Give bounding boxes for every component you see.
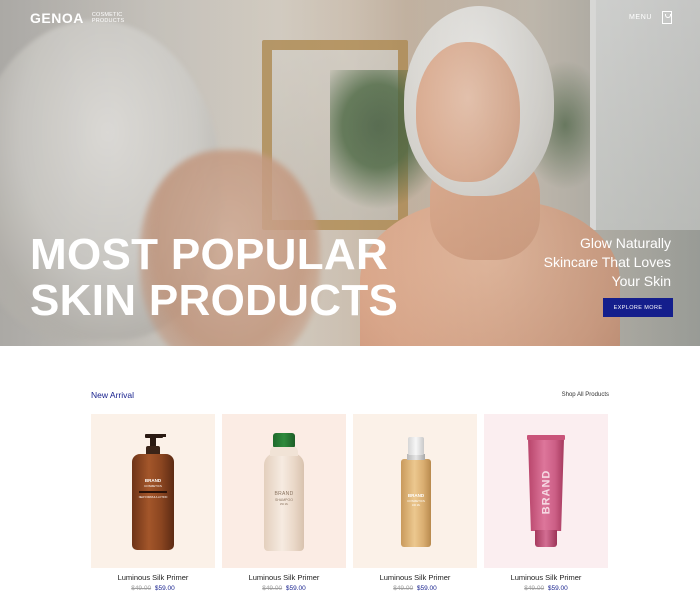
tube-label-text: BRAND: [540, 469, 553, 515]
hero-banner: GENOA COSMETIC PRODUCTS MENU MOST POPULA…: [0, 0, 700, 346]
product-price: $49.00 $59.00: [353, 585, 477, 592]
hero-title-line: MOST POPULAR: [30, 230, 389, 279]
cream-tube-image: BRAND: [527, 435, 565, 547]
product-grid: BRAND COSMETICS NEW FORMULA LOTION Lumin…: [91, 414, 608, 592]
shop-all-products-link[interactable]: Shop All Products: [562, 392, 609, 398]
product-card[interactable]: BRAND Luminous Silk Primer $49.00 $59.00: [484, 414, 608, 592]
bottle-label-text: COSMETICS: [407, 499, 425, 503]
product-card[interactable]: BRAND SHAMPOO 250 ML Luminous Silk Prime…: [222, 414, 346, 592]
product-name[interactable]: Luminous Silk Primer: [353, 573, 477, 582]
product-image[interactable]: BRAND COSMETICS NEW FORMULA LOTION: [91, 414, 215, 568]
bottle-label-text: 250 ML: [279, 503, 289, 506]
old-price: $49.00: [393, 585, 414, 592]
product-name[interactable]: Luminous Silk Primer: [484, 573, 608, 582]
hero-tagline: Glow Naturally Skincare That Loves Your …: [511, 234, 671, 291]
hero-title-line: SKIN PRODUCTS: [30, 276, 399, 325]
explore-more-button[interactable]: EXPLORE MORE: [603, 298, 673, 317]
product-name[interactable]: Luminous Silk Primer: [91, 573, 215, 582]
spray-bottle-image: BRAND COSMETICS 100 ML: [401, 437, 431, 547]
hero-tagline-line: Skincare That Loves: [543, 254, 671, 270]
sale-price: $59.00: [416, 585, 437, 592]
product-image[interactable]: BRAND SHAMPOO 250 ML: [222, 414, 346, 568]
sale-price: $59.00: [154, 585, 175, 592]
sale-price: $59.00: [285, 585, 306, 592]
menu-label: MENU: [629, 14, 653, 21]
sale-price: $59.00: [547, 585, 568, 592]
shopping-bag-icon[interactable]: [662, 11, 673, 24]
bottle-label-text: NEW FORMULA LOTION: [138, 496, 168, 499]
bottle-label-text: 100 ML: [411, 504, 421, 507]
product-price: $49.00 $59.00: [222, 585, 346, 592]
bottle-label-text: BRAND: [144, 478, 162, 483]
product-card[interactable]: BRAND COSMETICS NEW FORMULA LOTION Lumin…: [91, 414, 215, 592]
menu-toggle[interactable]: MENU: [629, 11, 673, 24]
old-price: $49.00: [524, 585, 545, 592]
product-name[interactable]: Luminous Silk Primer: [222, 573, 346, 582]
logo[interactable]: GENOA COSMETIC PRODUCTS: [30, 10, 126, 26]
hero-tagline-line: Glow Naturally: [579, 235, 671, 251]
product-card[interactable]: BRAND COSMETICS 100 ML Luminous Silk Pri…: [353, 414, 477, 592]
bottle-label-text: BRAND: [274, 491, 294, 497]
new-arrival-header: New Arrival Shop All Products: [91, 390, 609, 400]
hero-title: MOST POPULAR SKIN PRODUCTS: [30, 232, 430, 324]
product-image[interactable]: BRAND COSMETICS 100 ML: [353, 414, 477, 568]
pump-bottle-image: BRAND COSMETICS NEW FORMULA LOTION: [132, 434, 174, 550]
old-price: $49.00: [131, 585, 152, 592]
shampoo-bottle-image: BRAND SHAMPOO 250 ML: [264, 433, 304, 551]
product-price: $49.00 $59.00: [484, 585, 608, 592]
bottle-label-text: SHAMPOO: [275, 498, 293, 502]
brand-tagline: COSMETIC PRODUCTS: [91, 12, 125, 24]
bottle-label-text: COSMETICS: [144, 484, 162, 488]
section-title: New Arrival: [91, 390, 134, 400]
bottle-label-text: BRAND: [407, 493, 425, 498]
product-image[interactable]: BRAND: [484, 414, 608, 568]
brand-name: GENOA: [30, 10, 84, 26]
product-price: $49.00 $59.00: [91, 585, 215, 592]
hero-tagline-line: Your Skin: [611, 273, 671, 289]
old-price: $49.00: [262, 585, 283, 592]
